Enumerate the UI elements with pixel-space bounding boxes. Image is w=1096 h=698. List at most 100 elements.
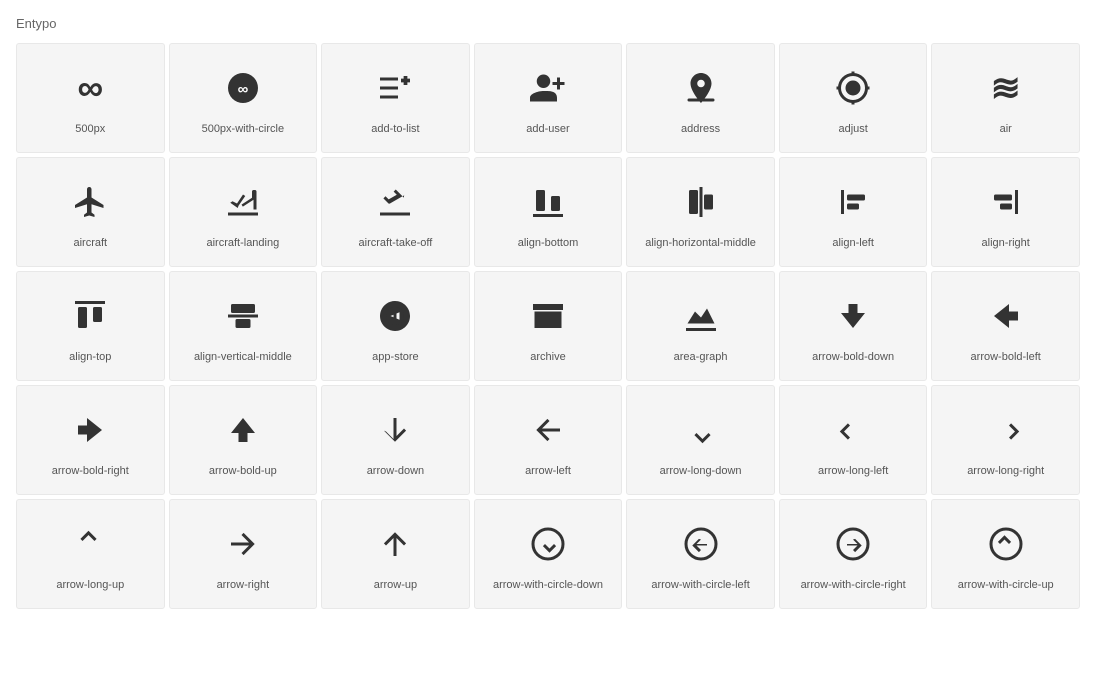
add-user-label: add-user — [526, 122, 569, 136]
arrow-up-icon — [377, 520, 413, 568]
icon-cell-arrow-right[interactable]: arrow-right — [169, 499, 318, 609]
icon-cell-archive[interactable]: archive — [474, 271, 623, 381]
arrow-bold-left-icon — [988, 292, 1024, 340]
arrow-bold-down-label: arrow-bold-down — [812, 350, 894, 364]
page-title: Entypo — [16, 16, 1080, 31]
icon-cell-align-left[interactable]: align-left — [779, 157, 928, 267]
arrow-bold-up-icon — [225, 406, 261, 454]
500px-label: 500px — [75, 122, 105, 136]
align-vertical-middle-label: align-vertical-middle — [194, 350, 292, 364]
icon-cell-arrow-with-circle-down[interactable]: arrow-with-circle-down — [474, 499, 623, 609]
add-to-list-label: add-to-list — [371, 122, 419, 136]
align-top-label: align-top — [69, 350, 111, 364]
arrow-down-icon — [377, 406, 413, 454]
arrow-bold-right-icon — [72, 406, 108, 454]
500px-with-circle-icon: ∞ — [225, 64, 261, 112]
svg-text:∞: ∞ — [237, 81, 248, 98]
arrow-long-down-label: arrow-long-down — [660, 464, 742, 478]
app-store-icon — [377, 292, 413, 340]
align-left-icon — [835, 178, 871, 226]
arrow-long-left-label: arrow-long-left — [818, 464, 888, 478]
adjust-icon — [835, 64, 871, 112]
address-label: address — [681, 122, 720, 136]
align-bottom-label: align-bottom — [518, 236, 579, 250]
icon-cell-arrow-bold-right[interactable]: arrow-bold-right — [16, 385, 165, 495]
adjust-label: adjust — [838, 122, 867, 136]
icon-cell-align-right[interactable]: align-right — [931, 157, 1080, 267]
icon-cell-arrow-bold-left[interactable]: arrow-bold-left — [931, 271, 1080, 381]
arrow-bold-left-label: arrow-bold-left — [971, 350, 1041, 364]
icon-cell-arrow-long-left[interactable]: arrow-long-left — [779, 385, 928, 495]
arrow-bold-up-label: arrow-bold-up — [209, 464, 277, 478]
icon-cell-arrow-up[interactable]: arrow-up — [321, 499, 470, 609]
icon-cell-adjust[interactable]: adjust — [779, 43, 928, 153]
icon-cell-area-graph[interactable]: area-graph — [626, 271, 775, 381]
arrow-right-label: arrow-right — [217, 578, 270, 592]
archive-icon — [530, 292, 566, 340]
icon-cell-arrow-bold-down[interactable]: arrow-bold-down — [779, 271, 928, 381]
arrow-bold-down-icon — [835, 292, 871, 340]
icon-cell-arrow-down[interactable]: arrow-down — [321, 385, 470, 495]
aircraft-icon — [72, 178, 108, 226]
icon-cell-align-bottom[interactable]: align-bottom — [474, 157, 623, 267]
500px-with-circle-label: 500px-with-circle — [202, 122, 285, 136]
archive-label: archive — [530, 350, 565, 364]
arrow-with-circle-down-label: arrow-with-circle-down — [493, 578, 603, 592]
icon-cell-aircraft-landing[interactable]: aircraft-landing — [169, 157, 318, 267]
icon-grid: ∞ 500px ∞ 500px-with-circle add-to-list add-u… — [16, 43, 1080, 609]
address-icon — [683, 64, 719, 112]
aircraft-take-off-icon — [377, 178, 413, 226]
arrow-down-label: arrow-down — [367, 464, 424, 478]
add-user-icon — [530, 64, 566, 112]
icon-cell-air[interactable]: ≋air — [931, 43, 1080, 153]
align-horizontal-middle-label: align-horizontal-middle — [645, 236, 756, 250]
icon-cell-arrow-left[interactable]: arrow-left — [474, 385, 623, 495]
arrow-with-circle-up-icon — [988, 520, 1024, 568]
icon-cell-arrow-with-circle-left[interactable]: arrow-with-circle-left — [626, 499, 775, 609]
align-horizontal-middle-icon — [683, 178, 719, 226]
align-bottom-icon — [530, 178, 566, 226]
aircraft-label: aircraft — [73, 236, 107, 250]
arrow-long-up-label: arrow-long-up — [56, 578, 124, 592]
icon-cell-arrow-long-right[interactable]: arrow-long-right — [931, 385, 1080, 495]
align-left-label: align-left — [832, 236, 874, 250]
icon-cell-aircraft-take-off[interactable]: aircraft-take-off — [321, 157, 470, 267]
arrow-long-left-icon — [835, 406, 871, 454]
arrow-with-circle-right-label: arrow-with-circle-right — [801, 578, 906, 592]
icon-cell-500px[interactable]: ∞ 500px — [16, 43, 165, 153]
arrow-left-icon — [530, 406, 566, 454]
align-vertical-middle-icon — [225, 292, 261, 340]
arrow-with-circle-down-icon — [530, 520, 566, 568]
arrow-with-circle-up-label: arrow-with-circle-up — [958, 578, 1054, 592]
icon-cell-align-vertical-middle[interactable]: align-vertical-middle — [169, 271, 318, 381]
icon-cell-aircraft[interactable]: aircraft — [16, 157, 165, 267]
icon-cell-arrow-long-up[interactable]: arrow-long-up — [16, 499, 165, 609]
align-top-icon — [72, 292, 108, 340]
icon-cell-arrow-with-circle-right[interactable]: arrow-with-circle-right — [779, 499, 928, 609]
icon-cell-address[interactable]: address — [626, 43, 775, 153]
arrow-with-circle-left-label: arrow-with-circle-left — [651, 578, 749, 592]
icon-cell-add-user[interactable]: add-user — [474, 43, 623, 153]
arrow-long-right-label: arrow-long-right — [967, 464, 1044, 478]
icon-cell-arrow-bold-up[interactable]: arrow-bold-up — [169, 385, 318, 495]
aircraft-landing-label: aircraft-landing — [206, 236, 279, 250]
air-label: air — [1000, 122, 1012, 136]
icon-cell-align-horizontal-middle[interactable]: align-horizontal-middle — [626, 157, 775, 267]
icon-cell-align-top[interactable]: align-top — [16, 271, 165, 381]
icon-cell-arrow-with-circle-up[interactable]: arrow-with-circle-up — [931, 499, 1080, 609]
icon-cell-500px-with-circle[interactable]: ∞ 500px-with-circle — [169, 43, 318, 153]
app-store-label: app-store — [372, 350, 418, 364]
500px-icon: ∞ — [77, 64, 103, 112]
arrow-left-label: arrow-left — [525, 464, 571, 478]
arrow-up-label: arrow-up — [374, 578, 417, 592]
icon-cell-arrow-long-down[interactable]: arrow-long-down — [626, 385, 775, 495]
arrow-long-down-icon — [683, 406, 719, 454]
align-right-label: align-right — [982, 236, 1030, 250]
icon-cell-add-to-list[interactable]: add-to-list — [321, 43, 470, 153]
icon-cell-app-store[interactable]: app-store — [321, 271, 470, 381]
arrow-with-circle-left-icon — [683, 520, 719, 568]
arrow-long-right-icon — [988, 406, 1024, 454]
aircraft-take-off-label: aircraft-take-off — [359, 236, 433, 250]
align-right-icon — [988, 178, 1024, 226]
add-to-list-icon — [377, 64, 413, 112]
